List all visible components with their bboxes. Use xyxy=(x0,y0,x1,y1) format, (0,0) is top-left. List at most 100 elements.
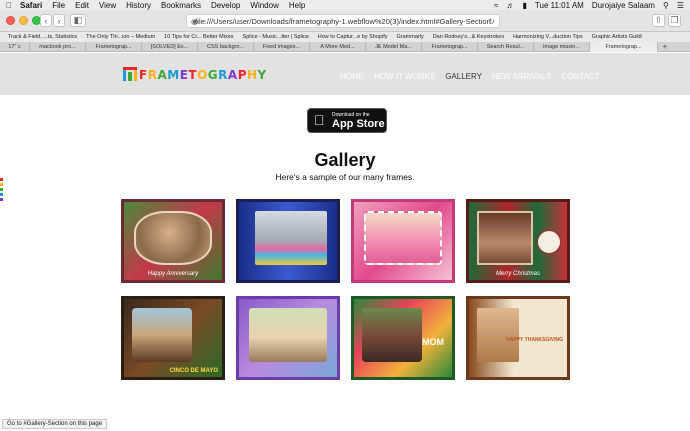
menu-clock[interactable]: Tue 11:01 AM xyxy=(535,1,584,10)
bookmark-item[interactable]: Splice - Music...tter | Splice xyxy=(243,34,309,40)
nav-how-it-works[interactable]: HOW IT WORKS xyxy=(374,72,435,81)
bookmarks-bar: Track & Field, ...ts, Statistics The Onl… xyxy=(0,32,690,42)
wifi-icon[interactable]: ≈ xyxy=(494,1,498,10)
logo-letter: P xyxy=(237,68,247,82)
menu-window[interactable]: Window xyxy=(250,1,278,10)
battery-icon[interactable]: ▮ xyxy=(523,1,527,10)
apple-menu-icon[interactable]:  xyxy=(6,1,12,10)
window-controls xyxy=(6,16,41,25)
nav-new-arrivals[interactable]: NEW ARRIVALS xyxy=(492,72,551,81)
nav-gallery[interactable]: GALLERY xyxy=(445,72,482,81)
logo-letter: A xyxy=(227,68,238,82)
gallery-frame-pink-party[interactable] xyxy=(351,199,455,283)
nav-contact[interactable]: CONTACT xyxy=(561,72,599,81)
browser-tab[interactable]: CSS backgro... xyxy=(198,42,254,52)
christmas-badge xyxy=(537,230,561,254)
marker-dot xyxy=(0,178,3,181)
bookmark-item[interactable]: Grammarly xyxy=(397,34,424,40)
menu-bar-status-area: ≈ ♬ ▮ Tue 11:01 AM Durojaiye Salaam ⚲ ☰ xyxy=(494,0,684,10)
browser-toolbar: ‹ › ◧ ◉ file:///Users/user/Downloads/fra… xyxy=(0,10,690,32)
browser-tab[interactable]: [SOLVED] Ex... xyxy=(142,42,198,52)
bookmark-item[interactable]: Harmonizing V...duction Tips xyxy=(513,34,583,40)
address-url: file:///Users/user/Downloads/frametograp… xyxy=(195,16,491,26)
frame-caption: CINCO DE MAYO xyxy=(169,368,218,374)
menu-history[interactable]: History xyxy=(126,1,151,10)
status-bar: Go to #Gallery-Section on this page xyxy=(2,419,108,429)
bookmark-item[interactable]: Dan Rodney's...& Keystrokes xyxy=(433,34,504,40)
gallery-frame-mom[interactable]: MOM xyxy=(351,296,455,380)
bookmark-item[interactable]: Track & Field, ...ts, Statistics xyxy=(8,34,77,40)
logo-letter: A xyxy=(157,68,168,82)
gallery-subtitle: Here's a sample of our many frames. xyxy=(275,172,415,182)
browser-tab[interactable]: image missin... xyxy=(534,42,590,52)
bookmark-item[interactable]: How to Captur...e by Shopify xyxy=(318,34,388,40)
browser-tab[interactable]: Search Resul... xyxy=(478,42,534,52)
logo-letter: G xyxy=(207,68,219,82)
menu-user[interactable]: Durojaiye Salaam xyxy=(592,1,655,10)
gallery-frame-thanksgiving[interactable]: HAPPY THANKSGIVING xyxy=(466,296,570,380)
gallery-frame-christmas[interactable]: Merry Christmas xyxy=(466,199,570,283)
app-store-badge[interactable]:  Download on the App Store xyxy=(307,108,387,133)
close-window-button[interactable] xyxy=(6,16,15,25)
browser-tab[interactable]: 17" c xyxy=(0,42,30,52)
share-button[interactable]: ⇧ xyxy=(652,14,665,27)
chevron-left-icon: ‹ xyxy=(44,15,48,26)
browser-tab[interactable]: JE Model Ma... xyxy=(366,42,422,52)
gallery-frame-birthday[interactable] xyxy=(236,199,340,283)
browser-tab[interactable]: Frametograp... xyxy=(422,42,478,52)
browser-tab[interactable]: macbook pro... xyxy=(30,42,86,52)
menu-help[interactable]: Help xyxy=(289,1,305,10)
menu-edit[interactable]: Edit xyxy=(75,1,89,10)
marker-dot xyxy=(0,198,3,201)
browser-tab[interactable]: Fixed images... xyxy=(254,42,310,52)
logo-letter: F xyxy=(139,68,148,82)
logo-letter: O xyxy=(197,68,208,82)
minimize-window-button[interactable] xyxy=(19,16,28,25)
spotlight-icon[interactable]: ⚲ xyxy=(663,1,669,10)
frame-caption: Happy Anniversary xyxy=(147,271,199,277)
notification-center-icon[interactable]: ☰ xyxy=(677,1,684,10)
nav-home[interactable]: HOME xyxy=(340,72,364,81)
menu-app-name[interactable]: Safari xyxy=(20,1,42,10)
menu-view[interactable]: View xyxy=(99,1,116,10)
gallery-frame-anniversary[interactable]: Happy Anniversary xyxy=(121,199,225,283)
macos-menu-bar:  Safari File Edit View History Bookmark… xyxy=(0,0,690,10)
volume-icon[interactable]: ♬ xyxy=(507,1,515,10)
site-header: FRAMETOGRAPHY HOME HOW IT WORKS GALLERY … xyxy=(0,53,690,95)
bookmark-item[interactable]: 10 Tips for Cr... Better Mixes xyxy=(164,34,233,40)
logo-letter: T xyxy=(188,68,198,82)
sidebar-icon: ◧ xyxy=(73,15,83,25)
logo-letter: H xyxy=(247,68,258,82)
frame-caption: HAPPY THANKSGIVING xyxy=(506,337,563,343)
tab-bar: 17" c macbook pro... Frametograp... [SOL… xyxy=(0,42,690,52)
new-tab-icon[interactable]: + xyxy=(658,42,672,51)
page-edge-markers xyxy=(0,178,3,203)
bookmark-item[interactable]: Graphic Artists Guild xyxy=(592,34,642,40)
menu-file[interactable]: File xyxy=(52,1,65,10)
logo-letter: Y xyxy=(257,68,267,82)
browser-tab[interactable]: A More Mod... xyxy=(310,42,366,52)
reader-icon[interactable]: ◉ xyxy=(191,17,198,26)
marker-dot xyxy=(0,183,3,186)
site-logo-text[interactable]: FRAMETOGRAPHY xyxy=(139,68,267,82)
gallery-frame-cinco-de-mayo[interactable]: CINCO DE MAYO xyxy=(121,296,225,380)
browser-tab[interactable]: Frametograp... xyxy=(86,42,142,52)
gallery-frame-spring[interactable] xyxy=(236,296,340,380)
marker-dot xyxy=(0,188,3,191)
menu-bookmarks[interactable]: Bookmarks xyxy=(161,1,201,10)
menu-develop[interactable]: Develop xyxy=(211,1,240,10)
sidebar-button[interactable]: ◧ xyxy=(70,14,86,27)
address-bar[interactable]: ◉ file:///Users/user/Downloads/frametogr… xyxy=(186,14,500,28)
forward-button[interactable]: › xyxy=(53,14,65,27)
back-button[interactable]: ‹ xyxy=(40,14,52,27)
logo-letter: R xyxy=(218,68,228,82)
frametography-logo-icon[interactable] xyxy=(123,67,137,81)
tabs-overview-button[interactable]: ❐ xyxy=(668,14,681,27)
share-icon: ⇧ xyxy=(654,15,663,25)
frame-caption: Merry Christmas xyxy=(495,271,540,277)
bookmark-item[interactable]: The Only Thi...ion – Medium xyxy=(86,34,155,40)
tabs-icon: ❐ xyxy=(670,15,679,25)
reload-icon[interactable]: ↻ xyxy=(488,17,495,26)
site-logo-letters: FRAMETOGRAPHY xyxy=(139,68,267,82)
browser-tab-active[interactable]: Frametograp... xyxy=(590,42,658,52)
